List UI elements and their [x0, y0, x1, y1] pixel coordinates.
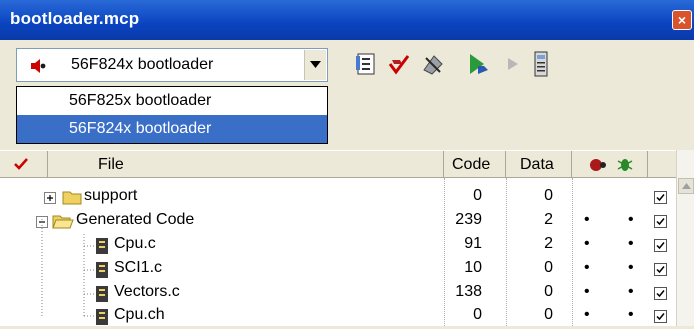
flag-dot: • [628, 259, 634, 276]
tree-row[interactable]: Cpu.c 91 2 • • [0, 234, 676, 258]
tree-row-code: 138 [455, 283, 482, 300]
flag-dot: • [628, 235, 634, 252]
debug-run-icon[interactable] [466, 50, 492, 78]
column-file[interactable]: File [48, 151, 444, 178]
flag-dot: • [584, 259, 590, 276]
flag-dot: • [628, 283, 634, 300]
tree-row-name: Vectors.c [114, 283, 180, 300]
debug-check-icon[interactable] [386, 50, 412, 78]
flag-dot: • [584, 235, 590, 252]
file-list-header: File Code Data [0, 150, 694, 178]
tree-row-code: 10 [464, 259, 482, 276]
target-checkbox-icon[interactable] [654, 263, 667, 276]
target-dropdown-button[interactable] [304, 50, 326, 80]
flag-dot: • [584, 211, 590, 228]
column-separator [572, 178, 573, 326]
flag-dot: • [584, 306, 590, 323]
scroll-up-button[interactable] [678, 178, 694, 194]
flag-dot: • [584, 283, 590, 300]
tree-row[interactable]: SCI1.c 10 0 • • [0, 258, 676, 282]
title-bar: bootloader.mcp × [0, 0, 694, 40]
close-button[interactable]: × [672, 10, 692, 30]
target-select[interactable]: 56F824x bootloader [16, 48, 328, 82]
tree-row[interactable]: Cpu.ch 0 0 • • [0, 305, 676, 329]
column-flags[interactable] [572, 151, 648, 178]
checkmark-icon [14, 158, 28, 170]
settings-icon[interactable] [354, 50, 380, 78]
target-option-selected[interactable]: 56F824x bootloader [17, 115, 327, 143]
source-file-icon [96, 309, 108, 325]
target-select-value: 56F824x bootloader [71, 56, 214, 73]
tree-row-name: Cpu.ch [114, 306, 165, 323]
header-checkmark[interactable] [0, 151, 48, 178]
device-icon[interactable] [528, 50, 554, 78]
target-checkbox-icon[interactable] [654, 310, 667, 323]
source-file-icon [96, 286, 108, 302]
tree-row-code: 91 [464, 235, 482, 252]
tree-row-name: Cpu.c [114, 235, 156, 252]
flag-dot: • [628, 306, 634, 323]
target-option[interactable]: 56F825x bootloader [17, 87, 327, 115]
column-code[interactable]: Code [444, 151, 506, 178]
source-file-icon [96, 238, 108, 254]
file-list: support 0 0 Generated Code 239 2 • • Cpu… [0, 178, 676, 326]
target-dropdown-list: 56F825x bootloader 56F824x bootloader [16, 86, 328, 144]
vertical-scrollbar[interactable] [676, 150, 694, 326]
run-icon[interactable] [500, 50, 526, 78]
bug-icon [617, 159, 633, 171]
flag-dot: • [628, 211, 634, 228]
tree-row-name: SCI1.c [114, 259, 163, 276]
close-icon: × [677, 12, 687, 28]
window-title: bootloader.mcp [10, 9, 140, 28]
tree-row-code: 0 [473, 306, 482, 323]
target-icon [31, 59, 46, 73]
target-checkbox-icon[interactable] [654, 215, 667, 228]
tree-row-code: 239 [455, 211, 482, 228]
tree-row[interactable]: Vectors.c 138 0 • • [0, 282, 676, 306]
column-separator [506, 178, 507, 326]
column-separator [444, 178, 445, 326]
debug-icon [590, 159, 606, 171]
make-icon[interactable] [420, 50, 446, 78]
arrow-up-icon [682, 183, 691, 189]
column-data[interactable]: Data [506, 151, 572, 178]
target-checkbox-icon[interactable] [654, 287, 667, 300]
chevron-down-icon [310, 61, 321, 68]
target-checkbox-icon[interactable] [654, 239, 667, 252]
tree-row-code: 0 [473, 187, 482, 204]
source-file-icon [96, 262, 108, 278]
target-checkbox-icon[interactable] [654, 191, 667, 204]
